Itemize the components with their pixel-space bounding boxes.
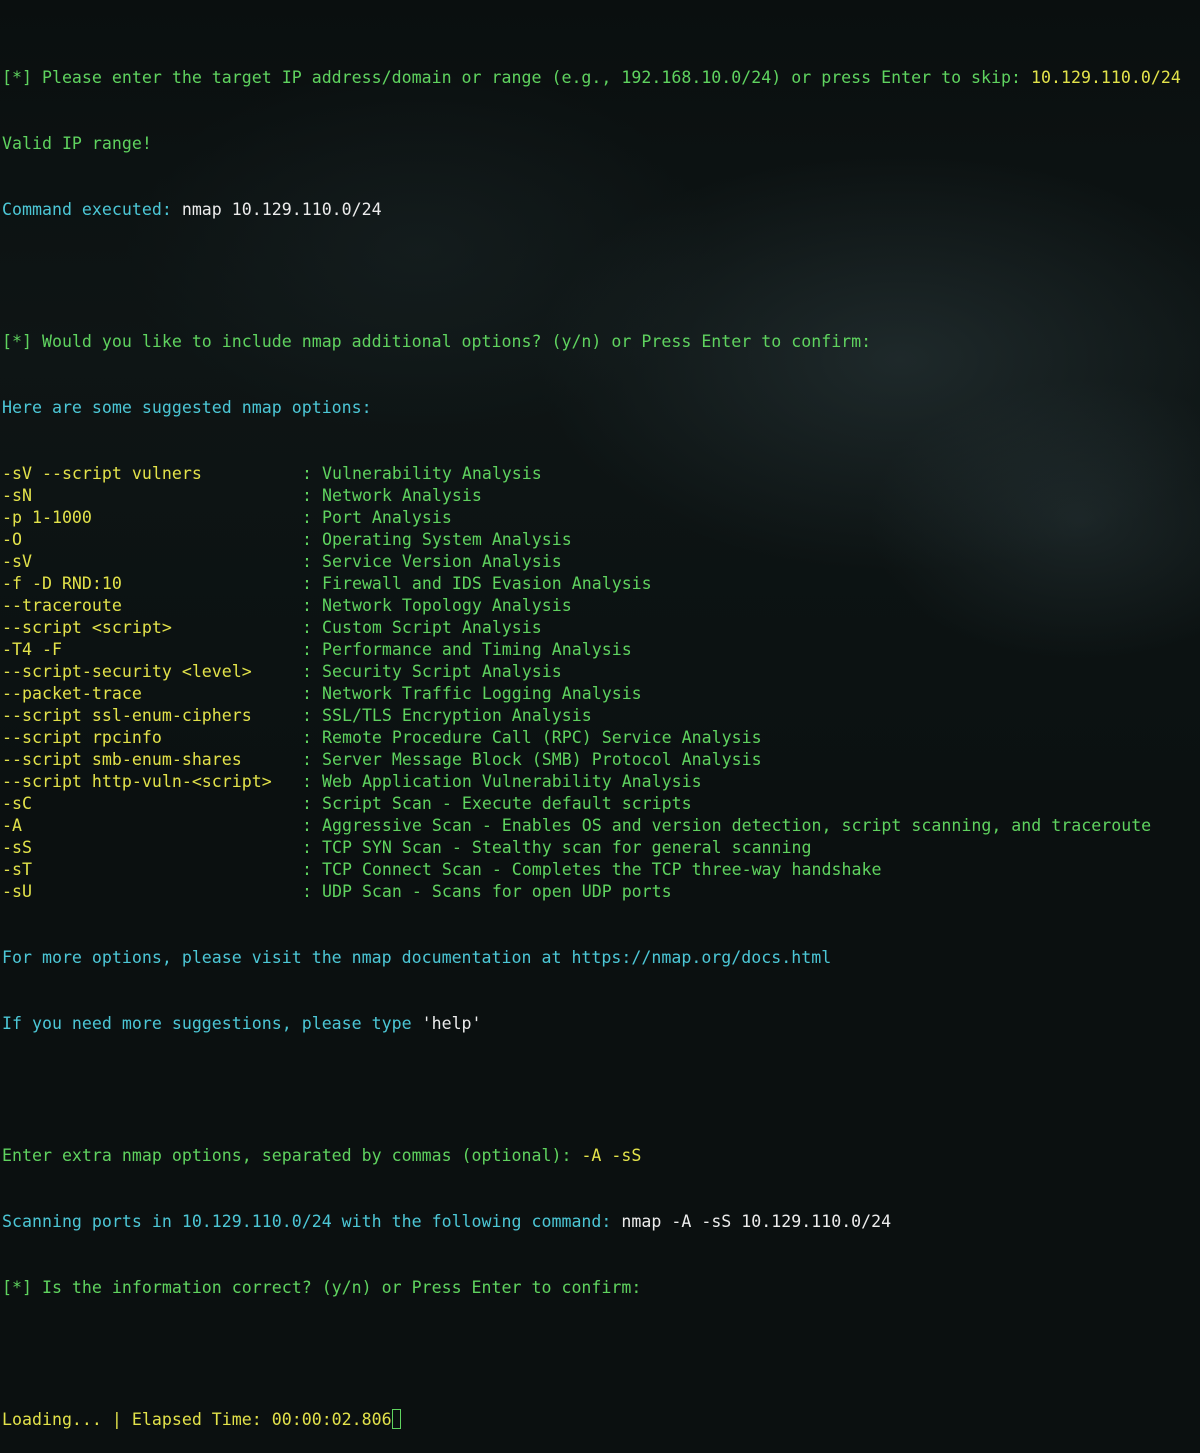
- option-row: -sN : Network Analysis: [2, 485, 1200, 507]
- option-flag: --script smb-enum-shares: [2, 750, 242, 769]
- valid-message: Valid IP range!: [2, 134, 152, 153]
- option-flag: --packet-trace: [2, 684, 142, 703]
- command-executed-line: Command executed: nmap 10.129.110.0/24: [2, 199, 1200, 221]
- help-prefix: If you need more suggestions, please typ…: [2, 1014, 422, 1033]
- option-flag: -sS: [2, 838, 32, 857]
- target-prompt: [*] Please enter the target IP address/d…: [2, 68, 1031, 87]
- option-row: --script-security <level> : Security Scri…: [2, 661, 1200, 683]
- extra-options-prompt: Enter extra nmap options, separated by c…: [2, 1146, 582, 1165]
- option-description: : Script Scan - Execute default scripts: [302, 794, 692, 813]
- option-flag: --script http-vuln-<script>: [2, 772, 272, 791]
- terminal-output[interactable]: [*] Please enter the target IP address/d…: [2, 23, 1200, 1453]
- option-flag: -sC: [2, 794, 32, 813]
- option-flag: -sT: [2, 860, 32, 879]
- option-description: : Security Script Analysis: [302, 662, 562, 681]
- option-description: : Aggressive Scan - Enables OS and versi…: [302, 816, 1152, 835]
- option-flag: -O: [2, 530, 22, 549]
- option-description: : UDP Scan - Scans for open UDP ports: [302, 882, 672, 901]
- option-row: -sT : TCP Connect Scan - Completes the TC…: [2, 859, 1200, 881]
- option-row: -A : Aggressive Scan - Enables OS and ver…: [2, 815, 1200, 837]
- command-executed-value: nmap 10.129.110.0/24: [181, 200, 382, 219]
- option-flag: --script <script>: [2, 618, 172, 637]
- option-description: : TCP Connect Scan - Completes the TCP t…: [302, 860, 882, 879]
- option-flag: -f -D RND:10: [2, 574, 122, 593]
- loading-status: Loading... | Elapsed Time: 00:00:02.806: [2, 1410, 392, 1429]
- option-flag: -sU: [2, 882, 32, 901]
- option-row: --script http-vuln-<script> : Web Applica…: [2, 771, 1200, 793]
- option-description: : Operating System Analysis: [302, 530, 572, 549]
- target-prompt-line: [*] Please enter the target IP address/d…: [2, 67, 1200, 89]
- option-description: : Service Version Analysis: [302, 552, 562, 571]
- option-description: : Network Topology Analysis: [302, 596, 572, 615]
- option-row: -sV --script vulners : Vulnerability Anal…: [2, 463, 1200, 485]
- options-list: -sV --script vulners : Vulnerability Anal…: [2, 463, 1200, 903]
- option-row: --script smb-enum-shares : Server Message…: [2, 749, 1200, 771]
- scan-command: nmap -A -sS 10.129.110.0/24: [621, 1212, 892, 1231]
- command-executed-label: Command executed:: [2, 200, 182, 219]
- option-description: : Network Traffic Logging Analysis: [302, 684, 642, 703]
- option-row: -T4 -F : Performance and Timing Analysis: [2, 639, 1200, 661]
- options-prompt: [*] Would you like to include nmap addit…: [2, 332, 872, 351]
- extra-options-value: -A -sS: [581, 1146, 642, 1165]
- option-row: -sC : Script Scan - Execute default scrip…: [2, 793, 1200, 815]
- suggest-header: Here are some suggested nmap options:: [2, 398, 372, 417]
- scan-line: Scanning ports in 10.129.110.0/24 with t…: [2, 1211, 1200, 1233]
- help-line: If you need more suggestions, please typ…: [2, 1013, 1200, 1035]
- option-row: --packet-trace : Network Traffic Logging …: [2, 683, 1200, 705]
- option-description: : Performance and Timing Analysis: [302, 640, 632, 659]
- option-flag: -sV --script vulners: [2, 464, 202, 483]
- option-description: : SSL/TLS Encryption Analysis: [302, 706, 592, 725]
- option-flag: --traceroute: [2, 596, 122, 615]
- option-row: -p 1-1000 : Port Analysis: [2, 507, 1200, 529]
- option-description: : Web Application Vulnerability Analysis: [302, 772, 702, 791]
- loading-line: Loading... | Elapsed Time: 00:00:02.806: [2, 1409, 1200, 1431]
- option-description: : Remote Procedure Call (RPC) Service An…: [302, 728, 762, 747]
- option-flag: --script ssl-enum-ciphers: [2, 706, 252, 725]
- target-value: 10.129.110.0/24: [1031, 68, 1181, 87]
- option-row: -O : Operating System Analysis: [2, 529, 1200, 551]
- option-flag: -p 1-1000: [2, 508, 92, 527]
- option-description: : Custom Script Analysis: [302, 618, 542, 637]
- scan-label: Scanning ports in 10.129.110.0/24 with t…: [2, 1212, 622, 1231]
- option-row: -sU : UDP Scan - Scans for open UDP ports: [2, 881, 1200, 903]
- help-word: 'help': [421, 1014, 482, 1033]
- confirm-prompt: [*] Is the information correct? (y/n) or…: [2, 1278, 642, 1297]
- option-description: : Server Message Block (SMB) Protocol An…: [302, 750, 762, 769]
- option-row: -f -D RND:10 : Firewall and IDS Evasion A…: [2, 573, 1200, 595]
- terminal-cursor[interactable]: [391, 1409, 401, 1429]
- option-flag: -sN: [2, 486, 32, 505]
- option-description: : Vulnerability Analysis: [302, 464, 542, 483]
- option-row: --script rpcinfo : Remote Procedure Call …: [2, 727, 1200, 749]
- extra-options-line: Enter extra nmap options, separated by c…: [2, 1145, 1200, 1167]
- option-flag: -A: [2, 816, 22, 835]
- option-flag: --script rpcinfo: [2, 728, 162, 747]
- option-description: : Firewall and IDS Evasion Analysis: [302, 574, 652, 593]
- option-row: -sS : TCP SYN Scan - Stealthy scan for ge…: [2, 837, 1200, 859]
- option-row: --script <script> : Custom Script Analysi…: [2, 617, 1200, 639]
- option-flag: --script-security <level>: [2, 662, 252, 681]
- option-description: : TCP SYN Scan - Stealthy scan for gener…: [302, 838, 812, 857]
- option-row: --script ssl-enum-ciphers : SSL/TLS Encry…: [2, 705, 1200, 727]
- option-description: : Port Analysis: [302, 508, 452, 527]
- option-row: -sV : Service Version Analysis: [2, 551, 1200, 573]
- option-row: --traceroute : Network Topology Analysis: [2, 595, 1200, 617]
- more-options-line: For more options, please visit the nmap …: [2, 948, 832, 967]
- option-flag: -T4 -F: [2, 640, 62, 659]
- option-flag: -sV: [2, 552, 32, 571]
- option-description: : Network Analysis: [302, 486, 482, 505]
